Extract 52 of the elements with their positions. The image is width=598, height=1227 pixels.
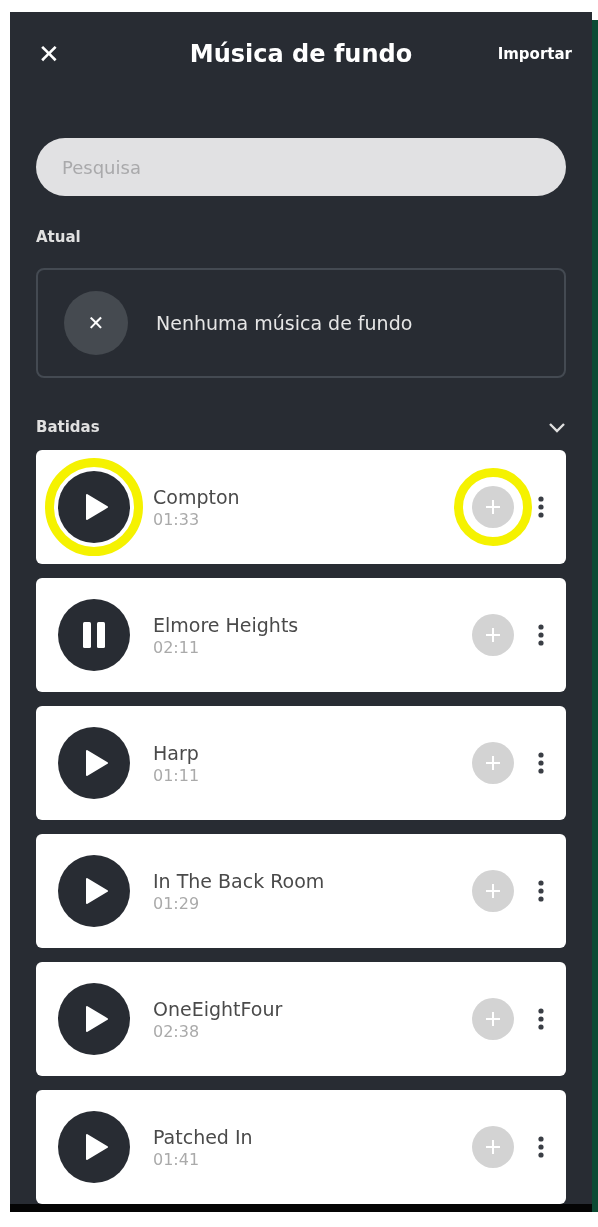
more-button[interactable] [538,496,544,518]
track-title: In The Back Room [153,869,326,892]
track-title: Harp [153,741,200,764]
play-icon [85,1134,108,1160]
more-icon [538,1008,544,1030]
track-card[interactable]: Harp 01:11 [36,706,566,820]
play-icon [85,750,108,776]
section-label: Atual [36,228,82,246]
more-button[interactable] [538,1008,544,1030]
current-music-text: Nenhuma música de fundo [156,312,413,334]
more-button[interactable] [538,752,544,774]
track-card[interactable]: Elmore Heights 02:11 [36,578,566,692]
pause-icon [83,622,105,648]
clear-button[interactable]: ✕ [64,291,128,355]
track-duration: 01:33 [153,509,201,529]
track-card[interactable]: In The Back Room 01:29 [36,834,566,948]
play-button[interactable] [58,471,130,543]
section-label: Batidas [36,418,100,436]
close-button[interactable]: ✕ [38,39,60,69]
more-icon [538,752,544,774]
plus-icon [486,1012,500,1026]
track-card[interactable]: Patched In 01:41 [36,1090,566,1204]
track-card[interactable]: Compton 01:33 [36,450,566,564]
plus-icon [486,1140,500,1154]
track-title: Compton [153,485,241,508]
play-icon [85,878,108,904]
search-field[interactable]: Pesquisa [36,138,566,196]
track-duration: 01:11 [153,765,201,785]
plus-icon [486,500,500,514]
track-card[interactable]: OneEightFour 02:38 [36,962,566,1076]
plus-icon [486,884,500,898]
plus-icon [486,628,500,642]
more-icon [538,624,544,646]
track-duration: 01:29 [153,893,201,913]
plus-icon [486,756,500,770]
play-icon [85,1006,108,1032]
more-button[interactable] [538,624,544,646]
track-title: Elmore Heights [153,613,300,636]
more-icon [538,496,544,518]
track-title: OneEightFour [153,997,284,1020]
track-duration: 02:11 [153,637,201,657]
screen-title: Música de fundo [189,40,413,68]
more-icon [538,1136,544,1158]
chevron-icon[interactable] [548,421,566,433]
more-button[interactable] [538,880,544,902]
import-button[interactable]: Importar [497,45,572,63]
track-duration: 02:38 [153,1021,201,1041]
track-title: Patched In [153,1125,254,1148]
more-button[interactable] [538,1136,544,1158]
more-icon [538,880,544,902]
track-duration: 01:41 [153,1149,201,1169]
play-icon [85,494,108,520]
